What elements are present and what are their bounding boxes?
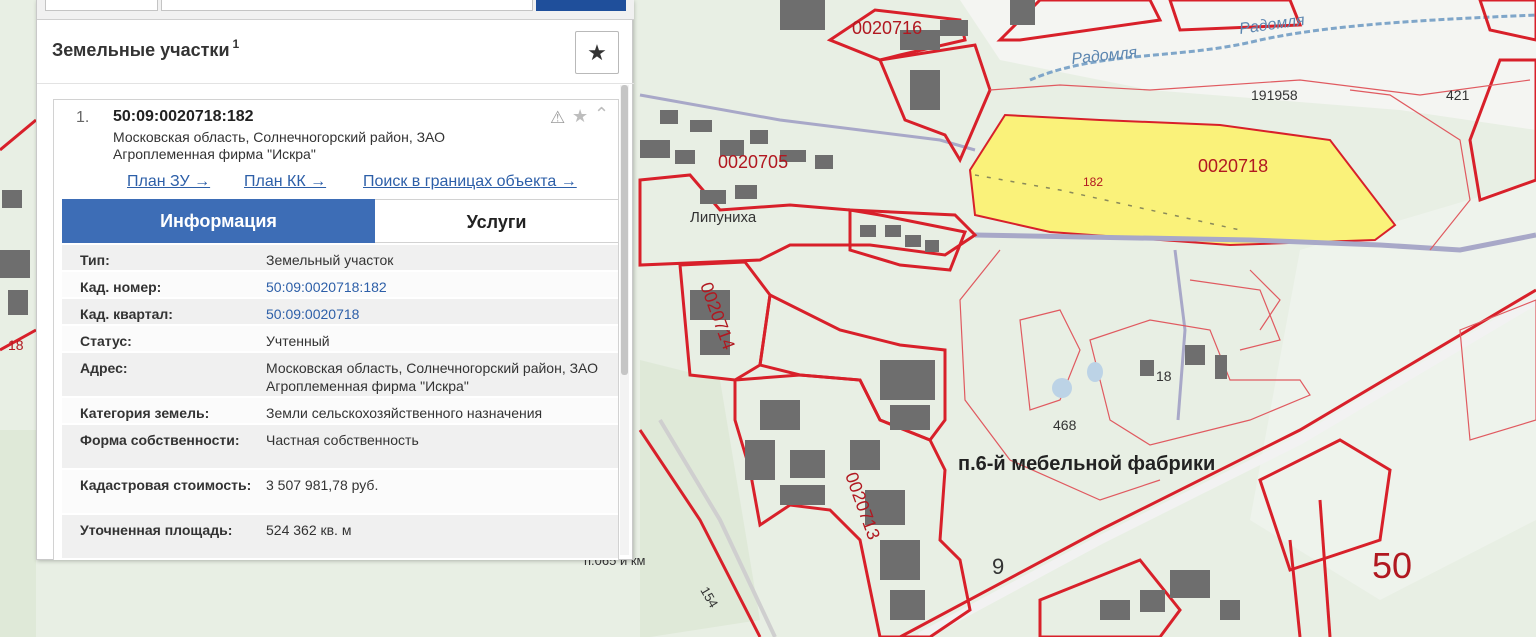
pond [1087,362,1103,382]
label-9: 9 [992,554,1004,579]
search-in-bounds-link[interactable]: Поиск в границах объекта → [363,173,577,191]
forest-area [0,430,36,637]
search-type-select[interactable] [45,0,158,11]
result-address: Московская область, Солнечногорский райо… [113,129,445,162]
info-row-land-category: Категория земель: Земли сельскохозяйстве… [62,398,618,425]
info-row-type: Тип: Земельный участок [62,245,618,272]
info-value: Частная собственность [266,432,419,448]
search-results-panel: Земельные участки 1 ★ 1. 50:09:0020718:18… [36,0,634,560]
info-row-area: Уточненная площадь: 524 362 кв. м [62,515,618,560]
chevron-up-icon[interactable]: ⌃ [594,104,609,125]
info-label: Адрес: [80,360,128,376]
info-value: Московская область, Солнечногорский райо… [266,360,598,394]
info-label: Кадастровая стоимость: [80,477,252,493]
panel-header: Земельные участки 1 ★ [37,20,634,84]
cadastral-number-link[interactable]: 50:09:0020718:182 [266,278,606,296]
results-count: 1 [232,37,240,51]
label-191958: 191958 [1251,87,1298,103]
result-cadastral-number[interactable]: 50:09:0020718:182 [113,108,254,126]
info-row-cad-quarter: Кад. квартал: 50:09:0020718 [62,299,618,326]
info-value: Земельный участок [266,252,394,268]
tab-information[interactable]: Информация [62,199,375,243]
scrollbar-thumb[interactable] [621,85,628,375]
info-row-ownership: Форма собственности: Частная собственнос… [62,425,618,470]
star-icon[interactable]: ★ [572,106,588,127]
panel-scrollbar[interactable] [620,85,629,555]
info-value: 524 362 кв. м [266,522,352,538]
tab-services[interactable]: Услуги [375,199,618,243]
label-468: 468 [1053,417,1077,433]
info-row-status: Статус: Учтенный [62,326,618,353]
search-button[interactable] [536,0,626,11]
info-label: Форма собственности: [80,432,240,448]
label-lipunikha: Липуниха [690,209,757,226]
label-parcel-182: 182 [1083,175,1103,189]
info-label: Тип: [80,252,110,268]
info-label: Категория земель: [80,405,210,421]
label-quarter-0020718: 0020718 [1198,156,1268,176]
info-row-address: Адрес: Московская область, Солнечногорск… [62,353,618,398]
search-bar [37,0,634,20]
result-card: 1. 50:09:0020718:182 Московская область,… [53,99,619,560]
info-value: Учтенный [266,333,330,349]
info-label: Уточненная площадь: [80,522,233,538]
result-index: 1. [76,109,90,126]
info-value: Земли сельскохозяйственного назначения [266,405,543,421]
info-label: Кад. квартал: [80,306,173,322]
search-input[interactable] [161,0,533,11]
label-421: 421 [1446,87,1470,103]
pond [1052,378,1072,398]
warning-icon[interactable]: ⚠ [550,108,565,128]
info-label: Статус: [80,333,132,349]
plan-kk-link[interactable]: План КК → [244,173,326,191]
info-row-cadastral-value: Кадастровая стоимость: 3 507 981,78 руб. [62,470,618,515]
cadastral-quarter-link[interactable]: 50:09:0020718 [266,305,606,323]
label-18-left: 18 [8,337,24,353]
favorites-button[interactable]: ★ [575,31,619,74]
label-18-right: 18 [1156,368,1172,384]
info-value: 3 507 981,78 руб. [266,477,379,493]
panel-title-text: Земельные участки [52,40,230,60]
label-factory-settlement: п.6-й мебельной фабрики [958,453,1215,475]
label-quarter-0020716: 0020716 [852,18,922,38]
info-label: Кад. номер: [80,279,162,295]
star-icon: ★ [587,40,607,65]
label-quarter-0020705: 0020705 [718,152,788,172]
label-50: 50 [1372,545,1412,586]
info-row-cad-number: Кад. номер: 50:09:0020718:182 [62,272,618,299]
plan-zu-link[interactable]: План ЗУ → [127,173,210,191]
panel-title: Земельные участки 1 [52,37,239,61]
info-table: Тип: Земельный участок Кад. номер: 50:09… [62,245,618,560]
